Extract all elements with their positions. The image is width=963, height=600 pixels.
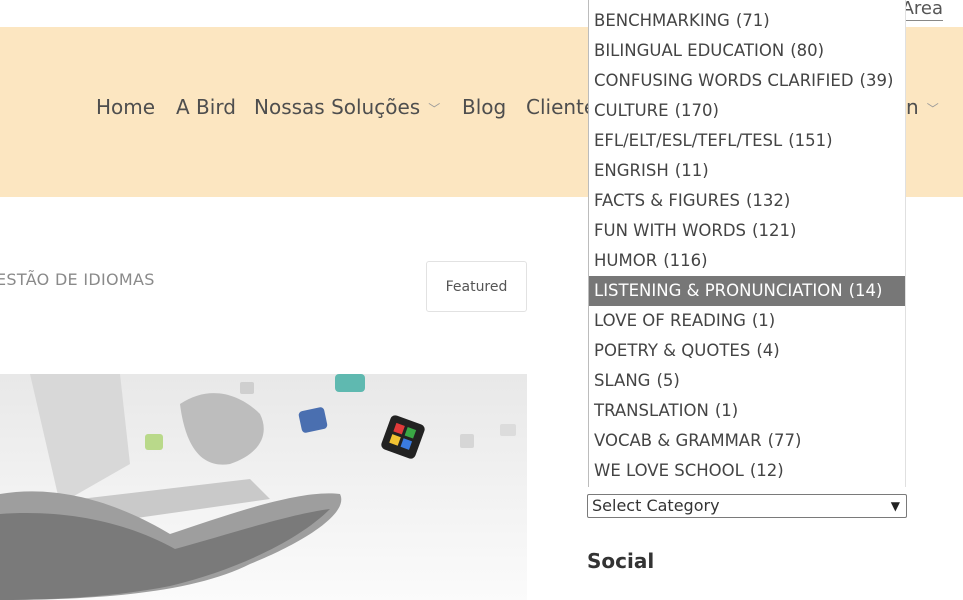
nav-item-a-bird[interactable]: A Bird xyxy=(176,93,236,121)
category-option-count: (151) xyxy=(788,131,833,150)
category-option-label: TRANSLATION xyxy=(594,401,709,420)
category-option-label: LISTENING & PRONUNCIATION xyxy=(594,281,843,300)
category-option-label: FACTS & FIGURES xyxy=(594,191,740,210)
category-option-count: (121) xyxy=(752,221,797,240)
category-option-label: HUMOR xyxy=(594,251,658,270)
category-option-count: (77) xyxy=(767,431,802,450)
category-option-label: CONFUSING WORDS CLARIFIED xyxy=(594,71,854,90)
hero-illustration xyxy=(0,374,527,600)
featured-image[interactable] xyxy=(0,374,527,600)
chevron-down-icon: ﹀ xyxy=(926,101,939,116)
category-option-count: (132) xyxy=(746,191,791,210)
category-option-count: (71) xyxy=(735,11,770,30)
breadcrumb: ESTÃO DE IDIOMAS xyxy=(0,270,155,289)
category-option-label: CULTURE xyxy=(594,101,669,120)
category-option-count: (11) xyxy=(674,161,709,180)
category-option[interactable]: EFL/ELT/ESL/TEFL/TESL (151) xyxy=(589,126,905,156)
nav-item-label: Nossas Soluções xyxy=(254,95,421,119)
chevron-down-icon: ﹀ xyxy=(428,101,441,116)
category-option-count: (80) xyxy=(790,41,825,60)
category-option[interactable]: POETRY & QUOTES (4) xyxy=(589,336,905,366)
category-option-count: (4) xyxy=(756,341,780,360)
category-dropdown-list[interactable]: BENCHMARKING (71) BILINGUAL EDUCATION (80)… xyxy=(588,0,906,487)
category-option-highlighted[interactable]: LISTENING & PRONUNCIATION (14) xyxy=(589,276,905,306)
category-option-count: (12) xyxy=(749,461,784,480)
featured-button[interactable]: Featured xyxy=(426,261,527,312)
category-option[interactable]: LOVE OF READING (1) xyxy=(589,306,905,336)
category-option[interactable]: CULTURE (170) xyxy=(589,96,905,126)
category-option[interactable]: BENCHMARKING (71) xyxy=(589,6,905,36)
category-option-count: (170) xyxy=(674,101,719,120)
client-area-link[interactable]: Area xyxy=(901,0,943,21)
category-option[interactable]: ENGRISH (11) xyxy=(589,156,905,186)
category-option-label: SLANG xyxy=(594,371,651,390)
category-option-label: VOCAB & GRAMMAR xyxy=(594,431,762,450)
nav-item-blog[interactable]: Blog xyxy=(462,93,506,121)
nav-item-partial[interactable]: n ﹀ xyxy=(906,93,939,123)
chevron-down-icon: ▼ xyxy=(890,499,900,513)
category-option-count: (14) xyxy=(848,281,883,300)
category-option-count: (1) xyxy=(714,401,739,420)
category-option[interactable]: WE LOVE SCHOOL (12) xyxy=(589,456,905,486)
category-option-count: (1) xyxy=(751,311,776,330)
category-option-count: (5) xyxy=(656,371,680,390)
category-select-value: Select Category xyxy=(592,496,720,515)
category-option-count: (116) xyxy=(663,251,708,270)
category-option-label: BILINGUAL EDUCATION xyxy=(594,41,785,60)
category-option-label: LOVE OF READING xyxy=(594,311,746,330)
category-option-label: ENGRISH xyxy=(594,161,669,180)
nav-item-nossas-solucoes[interactable]: Nossas Soluções ﹀ xyxy=(254,93,440,123)
category-option[interactable]: FUN WITH WORDS (121) xyxy=(589,216,905,246)
category-select[interactable]: Select Category ▼ xyxy=(587,494,907,518)
category-option-label: EFL/ELT/ESL/TEFL/TESL xyxy=(594,131,783,150)
category-option[interactable]: HUMOR (116) xyxy=(589,246,905,276)
category-option[interactable]: BILINGUAL EDUCATION (80) xyxy=(589,36,905,66)
category-option-label: FUN WITH WORDS xyxy=(594,221,747,240)
category-option[interactable]: FACTS & FIGURES (132) xyxy=(589,186,905,216)
category-option-label: BENCHMARKING xyxy=(594,11,730,30)
social-heading: Social xyxy=(587,549,655,573)
nav-item-label: n xyxy=(906,95,919,119)
category-option[interactable]: TRANSLATION (1) xyxy=(589,396,905,426)
category-option[interactable]: SLANG (5) xyxy=(589,366,905,396)
category-option-label: POETRY & QUOTES xyxy=(594,341,751,360)
category-option[interactable]: VOCAB & GRAMMAR (77) xyxy=(589,426,905,456)
nav-item-home[interactable]: Home xyxy=(96,93,155,121)
category-option-label: WE LOVE SCHOOL xyxy=(594,461,744,480)
nav-item-cliente[interactable]: Cliente xyxy=(526,93,596,121)
category-option[interactable]: CONFUSING WORDS CLARIFIED (39) xyxy=(589,66,905,96)
category-option-count: (39) xyxy=(859,71,894,90)
